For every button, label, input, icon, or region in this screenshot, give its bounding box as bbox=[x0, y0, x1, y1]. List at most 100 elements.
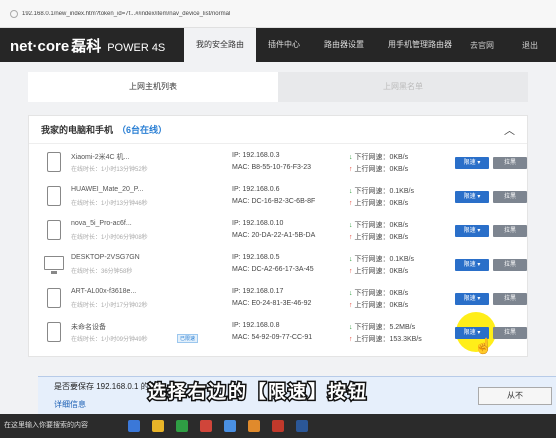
device-ip: IP: 192.168.0.17 bbox=[232, 288, 284, 295]
tab-host-list[interactable]: 上网主机列表 bbox=[28, 72, 278, 102]
up-arrow-icon: ↑ bbox=[349, 166, 353, 173]
collapse-chevron-icon[interactable]: ︿ bbox=[504, 122, 515, 138]
device-name[interactable]: 未命名设备 bbox=[71, 322, 106, 332]
nav-router-settings[interactable]: 路由器设置 bbox=[312, 28, 376, 62]
upload-speed: ↑ 上行网速：0KB/s bbox=[349, 164, 408, 174]
details-link[interactable]: 详细信息 bbox=[54, 399, 86, 410]
device-online-time: 在线时长：1小时09分钟49秒 bbox=[71, 337, 148, 343]
phone-icon bbox=[47, 288, 61, 308]
download-speed: ↓ 下行网速：0KB/s bbox=[349, 288, 408, 298]
device-name[interactable]: HUAWEI_Mate_20_P... bbox=[71, 186, 143, 193]
download-speed: ↓ 下行网速：5.2MB/s bbox=[349, 322, 415, 332]
browser-address-bar[interactable]: 192.168.0.1/new_index.htm?token_id=7f...… bbox=[0, 0, 556, 28]
device-online-time: 在线时长：1小时06分钟08秒 bbox=[71, 235, 148, 241]
windows-taskbar: 在这里输入你要搜索的内容 bbox=[0, 414, 556, 438]
blacklist-button[interactable]: 拉黑 bbox=[493, 327, 527, 339]
device-mac: MAC: E0-24-81-3E-46-92 bbox=[232, 300, 312, 307]
online-count: （6台在线） bbox=[117, 125, 168, 135]
blacklist-button[interactable]: 拉黑 bbox=[493, 225, 527, 237]
phone-icon bbox=[47, 220, 61, 240]
url-text[interactable]: 192.168.0.1/new_index.htm?token_id=7f...… bbox=[22, 11, 230, 17]
router-header: net·core 磊科 POWER 4S 我的安全路由 插件中心 路由器设置 用… bbox=[0, 28, 556, 62]
browser-icon[interactable] bbox=[176, 420, 188, 432]
limit-speed-button[interactable]: 限速 ▾ bbox=[455, 225, 489, 237]
blacklist-button[interactable]: 拉黑 bbox=[493, 259, 527, 271]
upload-speed-value: 上行网速：0KB/s bbox=[354, 200, 409, 207]
down-arrow-icon: ↓ bbox=[349, 256, 353, 263]
download-speed-value: 下行网速：5.2MB/s bbox=[354, 324, 416, 331]
speed-limited-badge: 已限速 bbox=[177, 334, 199, 343]
limit-speed-button[interactable]: 限速 ▾ bbox=[455, 157, 489, 169]
device-row: DESKTOP-2VSG7GN 在线时长：36分钟58秒 IP: 192.168… bbox=[29, 248, 529, 282]
site-info-icon[interactable] bbox=[10, 9, 18, 18]
logo-brand: net·core bbox=[10, 37, 70, 55]
device-mac: MAC: 54-92-09-77-CC-91 bbox=[232, 334, 313, 341]
blacklist-button[interactable]: 拉黑 bbox=[493, 293, 527, 305]
device-name[interactable]: ART-AL00x-f3618e... bbox=[71, 288, 136, 295]
app-icon[interactable] bbox=[200, 420, 212, 432]
official-site-link[interactable]: 去官网 bbox=[470, 40, 494, 51]
phone-icon bbox=[47, 186, 61, 206]
download-speed-value: 下行网速：0.1KB/s bbox=[354, 188, 414, 195]
device-online-time: 在线时长：1小时13分钟52秒 bbox=[71, 167, 148, 173]
app-icon[interactable] bbox=[248, 420, 260, 432]
upload-speed: ↑ 上行网速：0KB/s bbox=[349, 232, 408, 242]
logo-cn: 磊科 bbox=[71, 37, 102, 55]
limit-speed-button[interactable]: 限速 ▾ bbox=[455, 293, 489, 305]
task-view-icon[interactable] bbox=[128, 420, 140, 432]
device-ip: IP: 192.168.0.5 bbox=[232, 254, 280, 261]
tab-blacklist[interactable]: 上网黑名单 bbox=[278, 72, 528, 102]
device-row: 未命名设备 在线时长：1小时09分钟49秒 已限速 IP: 192.168.0.… bbox=[29, 316, 529, 350]
device-online-time: 在线时长：1小时17分钟02秒 bbox=[71, 303, 148, 309]
netcore-logo: net·core 磊科 POWER 4S bbox=[0, 35, 165, 56]
limit-speed-button[interactable]: 限速 ▾ bbox=[455, 191, 489, 203]
app-icon[interactable] bbox=[224, 420, 236, 432]
taskbar-search-box[interactable]: 在这里输入你要搜索的内容 bbox=[4, 420, 88, 430]
logo-model: POWER 4S bbox=[107, 41, 166, 54]
upload-speed-value: 上行网速：0KB/s bbox=[354, 268, 409, 275]
download-speed: ↓ 下行网速：0.1KB/s bbox=[349, 186, 414, 196]
device-row: ART-AL00x-f3618e... 在线时长：1小时17分钟02秒 IP: … bbox=[29, 282, 529, 316]
device-row: HUAWEI_Mate_20_P... 在线时长：1小时13分钟46秒 IP: … bbox=[29, 180, 529, 214]
nav-plugin-center[interactable]: 插件中心 bbox=[256, 28, 312, 62]
download-speed-value: 下行网速：0.1KB/s bbox=[354, 256, 414, 263]
down-arrow-icon: ↓ bbox=[349, 324, 353, 331]
word-icon[interactable] bbox=[296, 420, 308, 432]
panel-header: 我家的电脑和手机 （6台在线） ︿ bbox=[29, 116, 527, 144]
blacklist-button[interactable]: 拉黑 bbox=[493, 191, 527, 203]
up-arrow-icon: ↑ bbox=[349, 200, 353, 207]
blacklist-button[interactable]: 拉黑 bbox=[493, 157, 527, 169]
device-name[interactable]: nova_5i_Pro-ac6f... bbox=[71, 220, 132, 227]
phone-icon bbox=[47, 152, 61, 172]
up-arrow-icon: ↑ bbox=[349, 302, 353, 309]
sub-tabs: 上网主机列表 上网黑名单 bbox=[28, 72, 528, 102]
device-row: nova_5i_Pro-ac6f... 在线时长：1小时06分钟08秒 IP: … bbox=[29, 214, 529, 248]
device-online-time: 在线时长：36分钟58秒 bbox=[71, 269, 133, 275]
upload-speed: ↑ 上行网速：0KB/s bbox=[349, 198, 408, 208]
up-arrow-icon: ↑ bbox=[349, 268, 353, 275]
down-arrow-icon: ↓ bbox=[349, 154, 353, 161]
device-ip: IP: 192.168.0.10 bbox=[232, 220, 284, 227]
device-mac: MAC: 20-DA-22-A1-5B-DA bbox=[232, 232, 316, 239]
limit-speed-button[interactable]: 限速 ▾ bbox=[455, 259, 489, 271]
download-speed-value: 下行网速：0KB/s bbox=[354, 154, 409, 161]
nav-my-router[interactable]: 我的安全路由 bbox=[184, 28, 256, 62]
exit-link[interactable]: 退出 bbox=[522, 40, 538, 51]
down-arrow-icon: ↓ bbox=[349, 290, 353, 297]
download-speed: ↓ 下行网速：0.1KB/s bbox=[349, 254, 414, 264]
device-name[interactable]: DESKTOP-2VSG7GN bbox=[71, 254, 140, 261]
never-button[interactable]: 从不 bbox=[478, 387, 552, 405]
app-icon[interactable] bbox=[272, 420, 284, 432]
device-mac: MAC: DC-A2-66-17-3A-45 bbox=[232, 266, 314, 273]
upload-speed-value: 上行网速：153.3KB/s bbox=[354, 336, 422, 343]
main-nav: 我的安全路由 插件中心 路由器设置 用手机管理路由器 bbox=[184, 28, 464, 62]
nav-mobile-manage[interactable]: 用手机管理路由器 bbox=[376, 28, 464, 62]
device-name[interactable]: Xiaomi-2米4C 机... bbox=[71, 152, 129, 162]
desktop-icon bbox=[44, 256, 64, 274]
device-mac: MAC: DC-16-B2-3C-6B-8F bbox=[232, 198, 316, 205]
video-caption: 选择右边的【限速】按钮 bbox=[147, 381, 368, 404]
device-ip: IP: 192.168.0.8 bbox=[232, 322, 280, 329]
file-explorer-icon[interactable] bbox=[152, 420, 164, 432]
download-speed-value: 下行网速：0KB/s bbox=[354, 290, 409, 297]
download-speed: ↓ 下行网速：0KB/s bbox=[349, 152, 408, 162]
